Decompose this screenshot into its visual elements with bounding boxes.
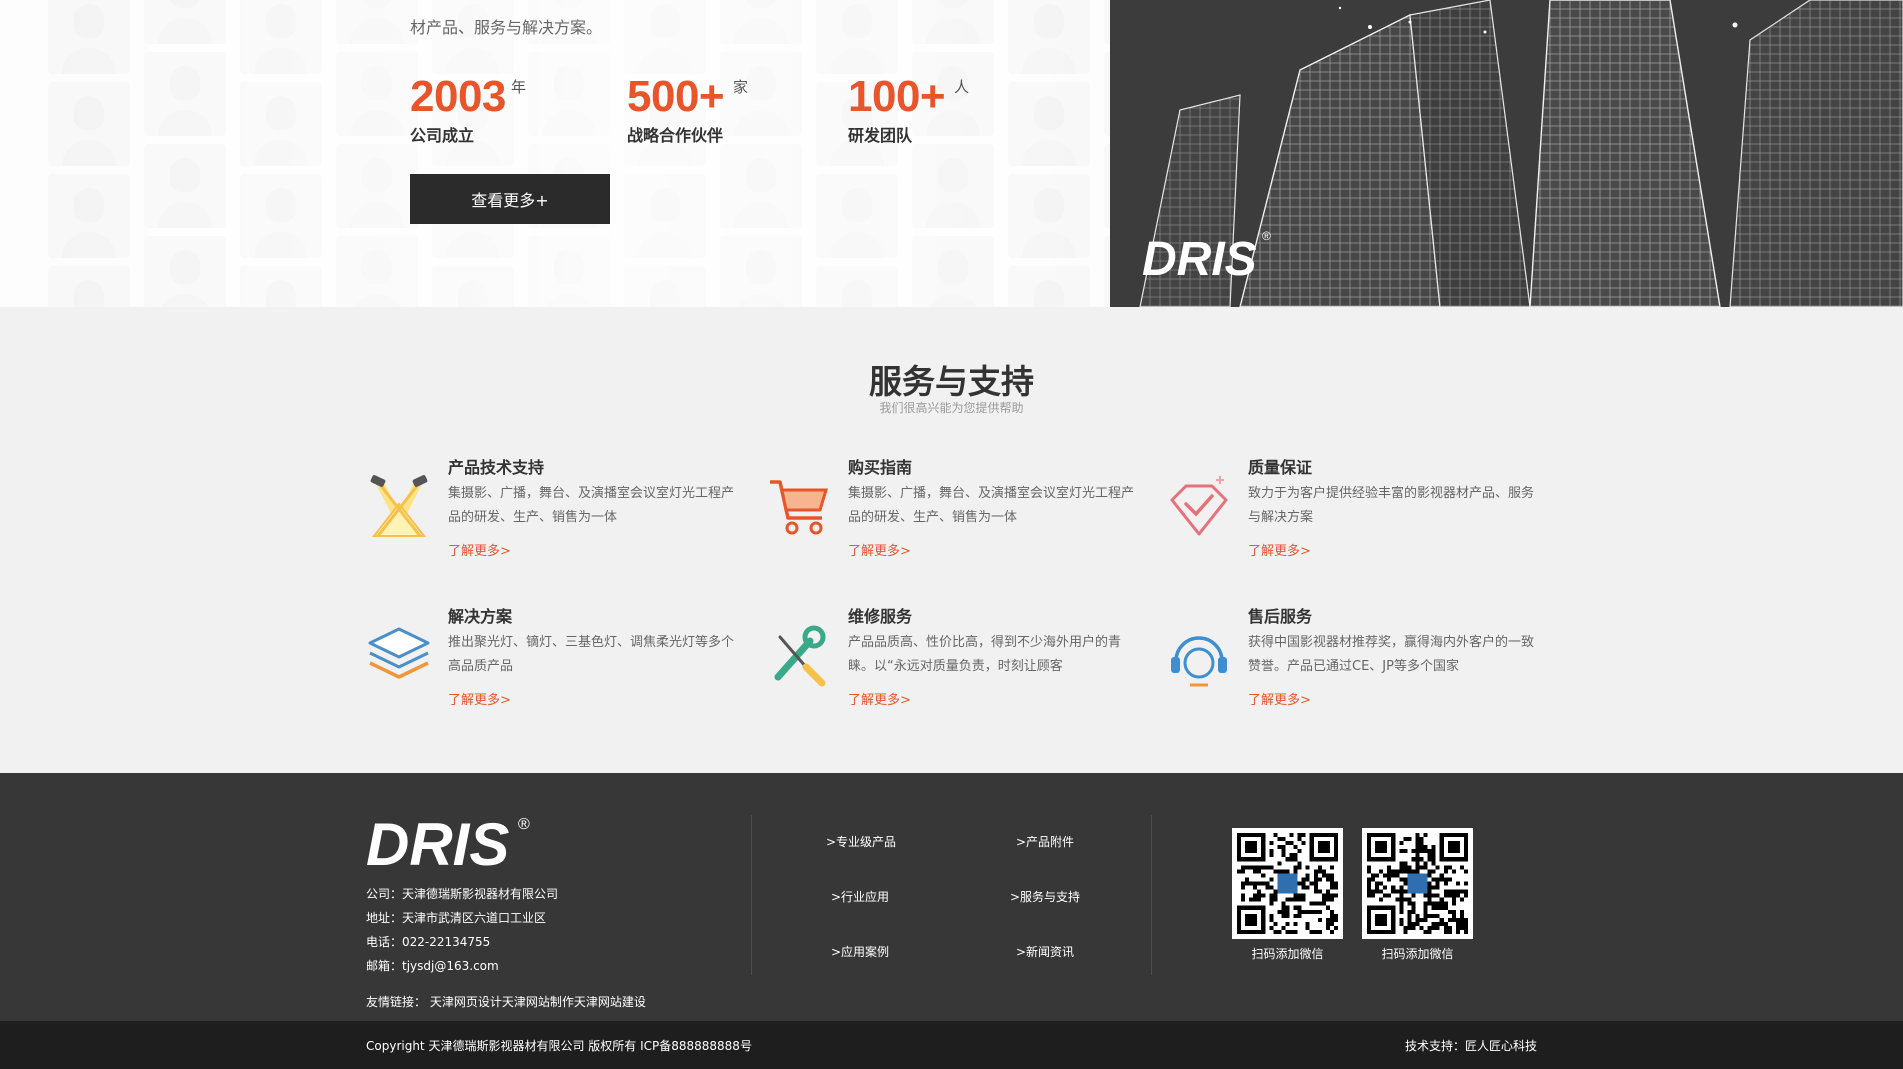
stat-label: 战略合作伙伴 xyxy=(627,126,724,145)
service-card-solutions[interactable]: 解决方案 推出聚光灯、镝灯、三基色灯、调焦柔光灯等多个高品质产品 了解更多> xyxy=(366,603,746,723)
learn-more-link[interactable]: 了解更多> xyxy=(848,689,911,708)
footer-link-cases[interactable]: >应用案例 xyxy=(831,943,889,960)
about-description: 材产品、服务与解决方案。 xyxy=(410,18,603,37)
layers-icon xyxy=(368,627,430,679)
wechat-qr-code xyxy=(1362,828,1473,939)
copyright: Copyright 天津德瑞斯影视器材有限公司 版权所有 ICP备8888888… xyxy=(366,1039,752,1053)
learn-more-link[interactable]: 了解更多> xyxy=(448,540,511,559)
learn-more-link[interactable]: 了解更多> xyxy=(1248,540,1311,559)
stat-founded: 2003 年 公司成立 xyxy=(410,72,526,146)
wrench-screwdriver-icon xyxy=(774,625,826,687)
service-title: 质量保证 xyxy=(1248,458,1313,477)
footer-divider xyxy=(1151,815,1152,975)
footer-link-pro-products[interactable]: >专业级产品 xyxy=(826,833,896,850)
page: 材产品、服务与解决方案。 2003 年 公司成立 500+ 家 战略合作伙伴 1… xyxy=(0,0,1903,1069)
svg-text:®: ® xyxy=(1262,229,1271,243)
footer: DRIS ® 公司：天津德瑞斯影视器材有限公司 地址：天津市武清区六道口工业区 … xyxy=(0,773,1903,1021)
qr-code-icon xyxy=(1367,833,1468,934)
services-subtitle: 我们很高兴能为您提供帮助 xyxy=(879,401,1024,415)
qr-caption: 扫码添加微信 xyxy=(1251,947,1324,961)
qr-code-icon xyxy=(1237,833,1338,934)
footer-link-accessories[interactable]: >产品附件 xyxy=(1016,833,1074,850)
company-email: 邮箱：tjysdj@163.com xyxy=(366,959,499,973)
service-description: 产品品质高、性价比高，得到不少海外用户的青睐。以“永远对质量负责，时刻让顾客 xyxy=(848,635,1122,674)
diamond-check-icon xyxy=(1170,476,1228,536)
footer-link-service[interactable]: >服务与支持 xyxy=(1010,888,1080,905)
company-name: 公司：天津德瑞斯影视器材有限公司 xyxy=(366,887,559,901)
service-description: 集摄影、广播，舞台、及演播室会议室灯光工程产品的研发、生产、销售为一体 xyxy=(448,486,735,525)
services-title: 服务与支持 xyxy=(869,362,1034,401)
service-description: 推出聚光灯、镝灯、三基色灯、调焦柔光灯等多个高品质产品 xyxy=(448,635,735,674)
stat-unit: 人 xyxy=(954,78,970,96)
stat-unit: 年 xyxy=(511,78,527,96)
footer-logo: DRIS ® xyxy=(366,811,530,869)
learn-more-link[interactable]: 了解更多> xyxy=(448,689,511,708)
registered-mark: ® xyxy=(518,816,530,833)
service-title: 购买指南 xyxy=(848,458,913,477)
tech-support-link[interactable]: 技术支持：匠人匠心科技 xyxy=(1405,1037,1537,1054)
stat-value: 100+ xyxy=(848,72,946,121)
learn-more-link[interactable]: 了解更多> xyxy=(848,540,911,559)
service-title: 产品技术支持 xyxy=(448,458,545,477)
stat-partners: 500+ 家 战略合作伙伴 xyxy=(627,72,748,146)
friend-links[interactable]: 友情链接： 天津网页设计天津网站制作天津网站建设 xyxy=(366,993,646,1010)
service-title: 解决方案 xyxy=(448,607,513,626)
service-description: 致力于为客户提供经验丰富的影视器材产品、服务与解决方案 xyxy=(1248,486,1535,525)
building-image: DRIS ® xyxy=(1110,0,1903,307)
about-section: 材产品、服务与解决方案。 2003 年 公司成立 500+ 家 战略合作伙伴 1… xyxy=(0,0,1903,307)
learn-more-link[interactable]: 了解更多> xyxy=(1248,689,1311,708)
service-card-tech-support[interactable]: 产品技术支持 集摄影、广播，舞台、及演播室会议室灯光工程产品的研发、生产、销售为… xyxy=(366,454,746,574)
skyscraper-illustration: DRIS ® xyxy=(1110,0,1903,307)
stat-unit: 家 xyxy=(733,78,749,96)
image-logo: DRIS xyxy=(1142,233,1257,286)
company-address: 地址：天津市武清区六道口工业区 xyxy=(366,911,547,925)
service-description: 获得中国影视器材推荐奖，赢得海内外客户的一致赞誉。产品已通过CE、JP等多个国家 xyxy=(1248,635,1535,674)
footer-logo-text: DRIS xyxy=(366,811,509,869)
stat-value: 500+ xyxy=(627,72,725,121)
service-card-quality[interactable]: 质量保证 致力于为客户提供经验丰富的影视器材产品、服务与解决方案 了解更多> xyxy=(1166,454,1546,574)
service-card-repair[interactable]: 维修服务 产品品质高、性价比高，得到不少海外用户的青睐。以“永远对质量负责，时刻… xyxy=(766,603,1146,723)
spotlight-icon xyxy=(370,475,428,537)
stat-label: 研发团队 xyxy=(848,126,913,145)
service-card-after-sales[interactable]: 售后服务 获得中国影视器材推荐奖，赢得海内外客户的一致赞誉。产品已通过CE、JP… xyxy=(1166,603,1546,723)
headset-icon xyxy=(1171,636,1227,687)
service-title: 售后服务 xyxy=(1248,607,1313,626)
view-more-button[interactable]: 查看更多+ xyxy=(410,174,610,224)
service-description: 集摄影、广播，舞台、及演播室会议室灯光工程产品的研发、生产、销售为一体 xyxy=(848,486,1135,525)
service-title: 维修服务 xyxy=(848,607,913,626)
stat-value: 2003 xyxy=(410,72,506,121)
shopping-cart-icon xyxy=(770,480,829,535)
stat-label: 公司成立 xyxy=(410,126,475,145)
stat-team: 100+ 人 研发团队 xyxy=(848,72,969,146)
service-card-buying-guide[interactable]: 购买指南 集摄影、广播，舞台、及演播室会议室灯光工程产品的研发、生产、销售为一体… xyxy=(766,454,1146,574)
footer-link-news[interactable]: >新闻资讯 xyxy=(1016,943,1074,960)
footer-divider xyxy=(751,815,752,975)
footer-link-industry[interactable]: >行业应用 xyxy=(831,888,889,905)
company-phone: 电话：022-22134755 xyxy=(366,935,491,949)
wechat-qr-code xyxy=(1232,828,1343,939)
qr-caption: 扫码添加微信 xyxy=(1381,947,1454,961)
services-section: 服务与支持 我们很高兴能为您提供帮助 产品技术支持 集摄影、广播，舞台、及演播室… xyxy=(0,307,1903,773)
bottom-bar: Copyright 天津德瑞斯影视器材有限公司 版权所有 ICP备8888888… xyxy=(0,1021,1903,1069)
